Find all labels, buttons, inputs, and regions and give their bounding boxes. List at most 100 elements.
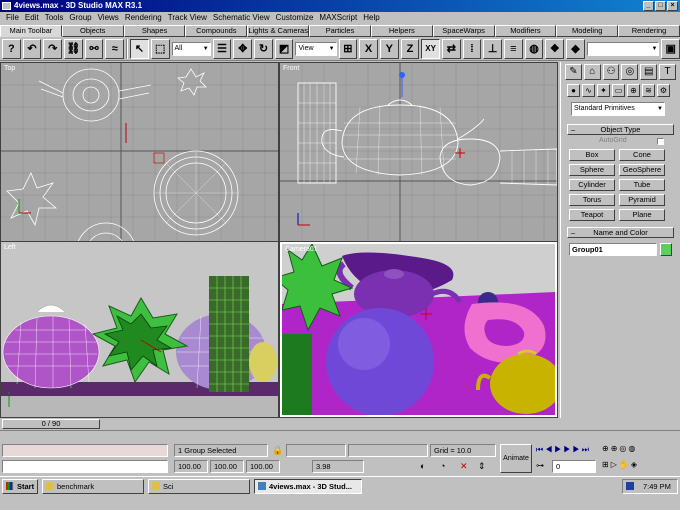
minimize-button[interactable]: _: [643, 1, 654, 11]
utilities-tab-icon[interactable]: T: [659, 64, 676, 80]
geosphere-button[interactable]: GeoSphere: [619, 164, 665, 176]
menu-file[interactable]: File: [3, 12, 22, 24]
tab-rendering[interactable]: Rendering: [618, 25, 680, 37]
tab-particles[interactable]: Particles: [309, 25, 371, 37]
spinner-value[interactable]: 3.98: [312, 460, 364, 473]
lights-icon[interactable]: ✦: [597, 84, 610, 97]
tab-compounds[interactable]: Compounds: [185, 25, 248, 37]
autogrid-checkbox[interactable]: [657, 138, 664, 145]
viewport-label-camera[interactable]: Camera01: [285, 246, 318, 253]
track-bar[interactable]: [0, 430, 680, 441]
z-coordinate[interactable]: 100.00: [246, 460, 280, 473]
systems-icon[interactable]: ⚙: [657, 84, 670, 97]
restrict-y-button[interactable]: Y: [379, 38, 399, 59]
align-icon[interactable]: ⊥: [483, 38, 503, 59]
pyramid-button[interactable]: Pyramid: [619, 194, 665, 206]
render-icon[interactable]: ❖: [545, 38, 565, 59]
mirror-icon[interactable]: ⇄: [441, 38, 461, 59]
task-3dsmax[interactable]: 4views.max - 3D Stud...: [254, 479, 362, 494]
box-button[interactable]: Box: [569, 149, 615, 161]
viewport-label-top[interactable]: Top: [4, 65, 15, 72]
sphere-button[interactable]: Sphere: [569, 164, 615, 176]
maxscript-listener[interactable]: [2, 444, 168, 457]
quick-render-icon[interactable]: ◆: [566, 38, 585, 59]
bind-spacewarp-icon[interactable]: ≈: [105, 38, 125, 59]
tab-main-toolbar[interactable]: Main Toolbar: [0, 25, 62, 37]
start-button[interactable]: Start: [2, 479, 38, 494]
name-color-rollout[interactable]: Name and Color: [567, 227, 674, 238]
named-selection-dropdown[interactable]: [586, 41, 660, 56]
viewport-camera[interactable]: Camera01: [280, 242, 557, 417]
tab-objects[interactable]: Objects: [61, 25, 124, 37]
cameras-icon[interactable]: ▭: [612, 84, 625, 97]
close-button[interactable]: ×: [667, 1, 678, 11]
angle-snap-icon[interactable]: ◔: [440, 461, 445, 471]
y-coordinate[interactable]: 100.00: [210, 460, 244, 473]
tab-modifiers[interactable]: Modifiers: [494, 25, 557, 37]
restrict-z-button[interactable]: Z: [400, 38, 420, 59]
category-dropdown[interactable]: Standard Primitives: [571, 102, 665, 116]
region-select-icon[interactable]: ⬚: [150, 38, 170, 59]
tab-modeling[interactable]: Modeling: [556, 25, 619, 37]
playback-controls-icon[interactable]: ⏮◀▶▶▶⏭: [536, 445, 591, 455]
monitor-icon[interactable]: [626, 482, 634, 490]
menu-help[interactable]: Help: [360, 12, 382, 24]
object-color-swatch[interactable]: [660, 243, 672, 256]
plane-button[interactable]: Plane: [619, 209, 665, 221]
pivot-center-icon[interactable]: ⊞: [338, 38, 358, 59]
menu-rendering[interactable]: Rendering: [122, 12, 165, 24]
x-coordinate[interactable]: 100.00: [174, 460, 208, 473]
material-editor-icon[interactable]: ◍: [524, 38, 544, 59]
redo-icon[interactable]: ↷: [43, 38, 63, 59]
undo-icon[interactable]: ↶: [22, 38, 42, 59]
cylinder-button[interactable]: Cylinder: [569, 179, 615, 191]
modify-tab-icon[interactable]: ⌂: [583, 64, 601, 80]
geometry-icon[interactable]: ●: [567, 84, 580, 97]
spinner-snap-icon[interactable]: ⇕: [478, 461, 486, 472]
percent-snap-icon[interactable]: ✕: [460, 461, 468, 472]
viewport-front[interactable]: Front: [280, 63, 557, 241]
task-benchmark[interactable]: benchmark: [42, 479, 144, 494]
menu-schematic-view[interactable]: Schematic View: [210, 12, 273, 24]
create-tab-icon[interactable]: ✎: [565, 64, 582, 80]
viewport-label-front[interactable]: Front: [283, 65, 299, 72]
menu-maxscript[interactable]: MAXScript: [316, 12, 360, 24]
object-type-rollout[interactable]: Object Type: [567, 124, 674, 135]
select-rotate-icon[interactable]: ↻: [254, 38, 273, 59]
current-frame-input[interactable]: 0: [552, 460, 596, 473]
helpers-icon[interactable]: ⊕: [627, 84, 640, 97]
tube-button[interactable]: Tube: [619, 179, 665, 191]
tab-helpers[interactable]: Helpers: [370, 25, 433, 37]
tab-spacewarps[interactable]: SpaceWarps: [432, 25, 495, 37]
object-name-input[interactable]: Group01: [569, 243, 657, 256]
viewport-label-left[interactable]: Left: [4, 244, 16, 251]
display-tab-icon[interactable]: ▤: [640, 64, 658, 80]
help-mode-icon[interactable]: ?: [2, 38, 21, 59]
shapes-icon[interactable]: ∿: [582, 84, 595, 97]
motion-tab-icon[interactable]: ◎: [621, 64, 639, 80]
cone-button[interactable]: Cone: [619, 149, 665, 161]
menu-customize[interactable]: Customize: [273, 12, 317, 24]
viewport-nav-icon-2[interactable]: ⊞▷✋◈: [602, 460, 639, 469]
restrict-x-button[interactable]: X: [359, 38, 378, 59]
tab-shapes[interactable]: Shapes: [123, 25, 186, 37]
task-sci[interactable]: Sci: [148, 479, 250, 494]
menu-edit[interactable]: Edit: [22, 12, 42, 24]
select-by-name-icon[interactable]: ☰: [212, 38, 232, 59]
teapot-button[interactable]: Teapot: [569, 209, 615, 221]
viewport-nav-icon[interactable]: ⊕⊕◎◍: [602, 444, 637, 453]
select-object-icon[interactable]: ↖: [130, 38, 149, 59]
selection-filter-dropdown[interactable]: All: [171, 41, 211, 56]
restrict-xy-button[interactable]: XY: [421, 38, 440, 59]
prompt-line[interactable]: [2, 460, 168, 473]
track-view-icon[interactable]: ≡: [504, 38, 523, 59]
menu-tools[interactable]: Tools: [42, 12, 67, 24]
spacewarps-icon[interactable]: ≋: [642, 84, 655, 97]
time-slider[interactable]: 0 / 90: [2, 419, 100, 429]
unlink-icon[interactable]: ⚯: [84, 38, 104, 59]
select-scale-icon[interactable]: ◩: [274, 38, 294, 59]
lock-selection-icon[interactable]: 🔒: [272, 445, 283, 456]
maximize-button[interactable]: □: [655, 1, 666, 11]
select-move-icon[interactable]: ✥: [233, 38, 253, 59]
menu-views[interactable]: Views: [95, 12, 122, 24]
